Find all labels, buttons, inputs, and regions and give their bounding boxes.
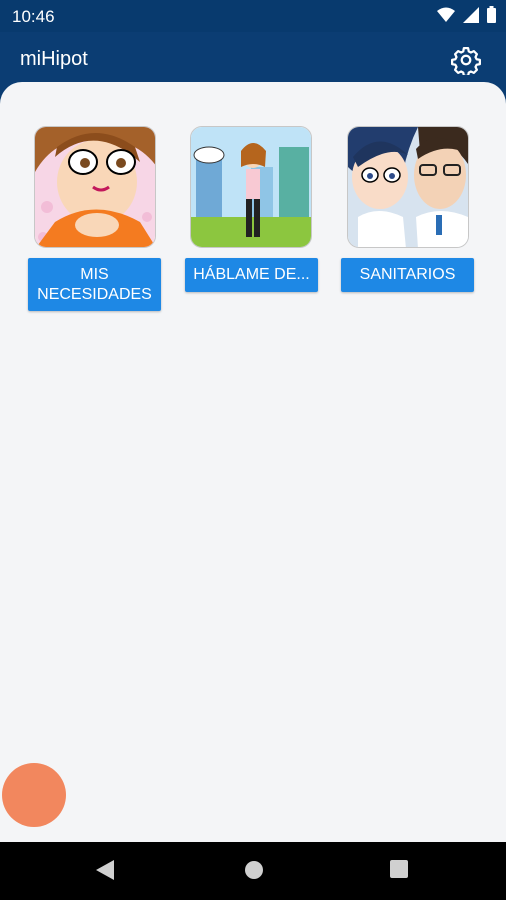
navigation-bar [0,842,506,900]
floating-action-button[interactable] [2,763,66,827]
sanitarios-button[interactable]: SANITARIOS [341,258,474,292]
app-title: miHipot [20,48,88,70]
home-circle-icon[interactable] [244,860,264,885]
back-triangle-icon[interactable] [96,860,114,885]
hablame-de-label: HÁBLAME DE... [193,266,310,283]
hablame-de-button[interactable]: HÁBLAME DE... [185,258,318,292]
status-bar: 10:46 [0,0,506,32]
status-time: 10:46 [12,7,55,26]
mis-necesidades-button[interactable]: MIS NECESIDADES [28,258,161,311]
hablame-de-image[interactable] [190,126,312,248]
mis-necesidades-image[interactable] [34,126,156,248]
recent-square-icon[interactable] [390,860,408,883]
gear-icon [451,47,481,75]
mis-necesidades-label: MIS NECESIDADES [37,265,152,303]
main-content: MIS NECESIDADES HÁBLAME DE... SANITARIOS [0,82,506,842]
sanitarios-label: SANITARIOS [359,266,456,283]
settings-button[interactable] [450,44,482,76]
sanitarios-image[interactable] [347,126,469,248]
wifi-icon [437,7,455,28]
signal-icon [463,6,479,28]
battery-icon [487,6,496,28]
status-icons [437,6,496,28]
